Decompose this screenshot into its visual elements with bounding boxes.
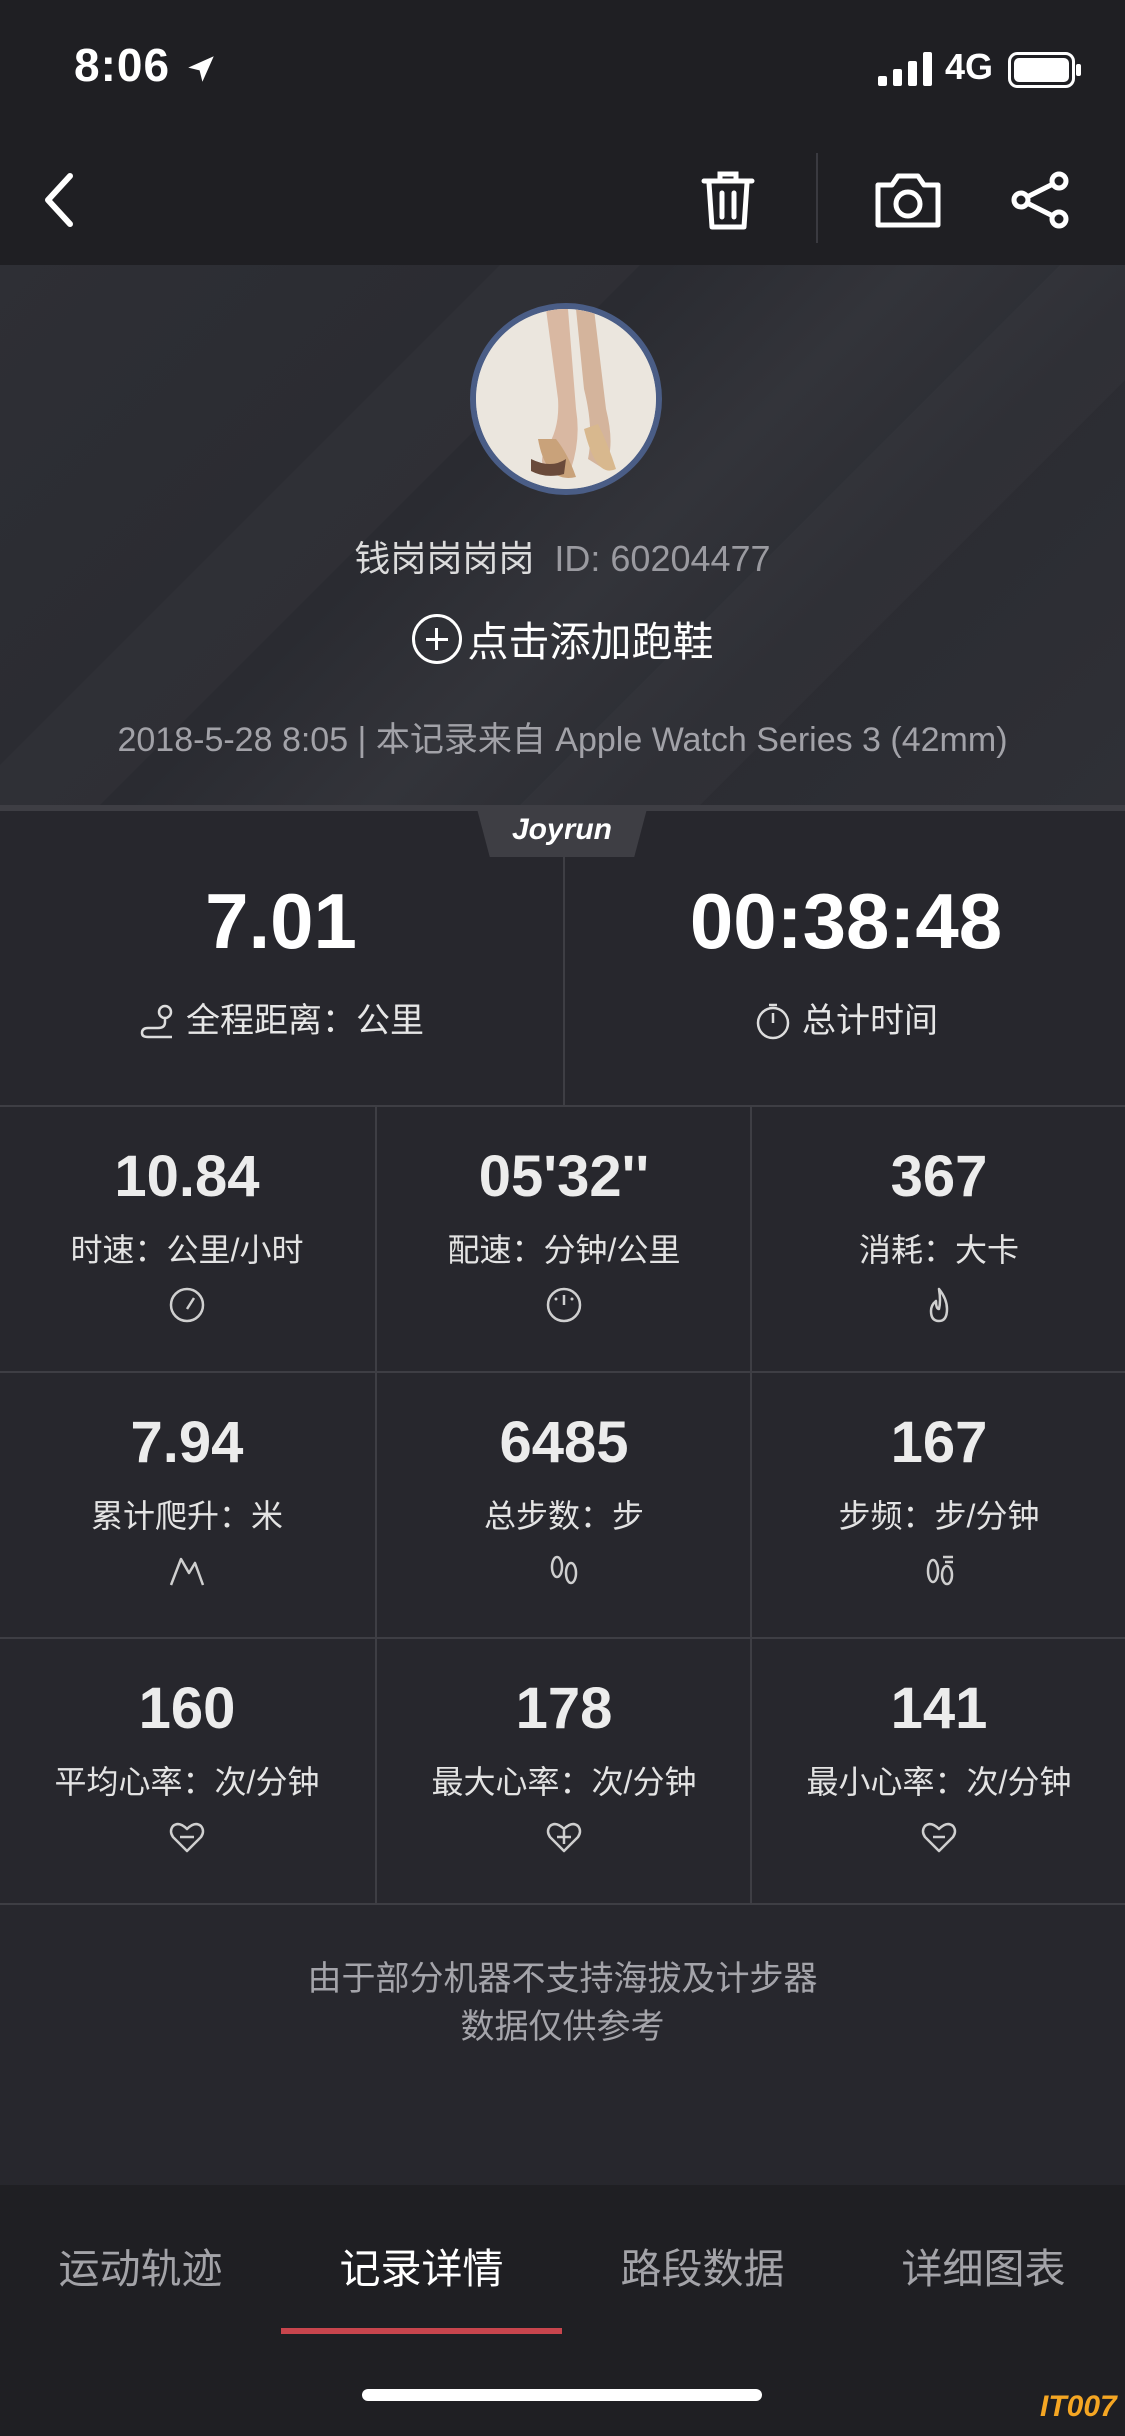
heart-avg-icon bbox=[169, 1822, 205, 1853]
user-line: 钱岗岗岗岗 ID: 60204477 bbox=[0, 530, 1125, 582]
stats-row: 10.84 时速：公里/小时 05'32'' 配速：分钟/公里 367 消耗：大… bbox=[0, 1107, 1125, 1373]
add-shoes-button[interactable]: 点击添加跑鞋 bbox=[0, 608, 1125, 668]
stat-label: 时速：公里/小时 bbox=[70, 1232, 304, 1268]
watermark-logo: IT007 bbox=[1040, 2390, 1117, 2423]
nav-divider bbox=[816, 153, 818, 243]
total-time-value: 00:38:48 bbox=[689, 877, 1003, 965]
user-id: ID: 60204477 bbox=[554, 538, 771, 579]
location-arrow-icon bbox=[188, 56, 214, 82]
stat-calories: 367 消耗：大卡 bbox=[750, 1107, 1125, 1371]
stat-min-heart-rate: 141 最小心率：次/分钟 bbox=[750, 1639, 1125, 1903]
home-indicator[interactable] bbox=[362, 2389, 762, 2401]
share-button[interactable] bbox=[1000, 160, 1080, 240]
delete-button[interactable] bbox=[688, 160, 768, 240]
footprints-icon bbox=[550, 1555, 578, 1585]
stat-label: 平均心率：次/分钟 bbox=[54, 1764, 320, 1800]
speedometer-icon bbox=[169, 1287, 205, 1323]
share-icon bbox=[1011, 171, 1069, 229]
stat-value: 178 bbox=[515, 1676, 613, 1741]
trash-icon bbox=[701, 171, 755, 230]
stat-avg-heart-rate: 160 平均心率：次/分钟 bbox=[0, 1639, 374, 1903]
flame-icon bbox=[929, 1287, 949, 1323]
cellular-signal-icon bbox=[878, 52, 932, 86]
total-time-label-row: 总计时间 bbox=[565, 993, 1125, 1042]
network-type: 4G bbox=[945, 46, 994, 87]
tab-segment-data[interactable]: 路段数据 bbox=[562, 2235, 843, 2295]
tab-track[interactable]: 运动轨迹 bbox=[0, 2235, 281, 2295]
route-icon bbox=[140, 1004, 173, 1039]
battery-icon bbox=[1008, 52, 1081, 88]
total-time-label: 总计时间 bbox=[802, 1002, 938, 1040]
chevron-left-icon bbox=[45, 173, 73, 227]
status-bar: 8:06 4G bbox=[0, 0, 1125, 135]
status-time: 8:06 bbox=[74, 39, 171, 91]
distance-value: 7.01 bbox=[205, 877, 357, 965]
stats-row: 7.94 累计爬升：米 6485 总步数：步 167 步频：步/分钟 bbox=[0, 1373, 1125, 1639]
distance-cell: 7.01 全程距离：公里 bbox=[0, 811, 562, 1105]
stat-elevation: 7.94 累计爬升：米 bbox=[0, 1373, 374, 1637]
total-time-cell: 00:38:48 总计时间 bbox=[563, 811, 1125, 1105]
avatar[interactable] bbox=[470, 303, 662, 495]
distance-label: 全程距离：公里 bbox=[186, 1002, 424, 1040]
distance-label-row: 全程距离：公里 bbox=[0, 993, 562, 1042]
stat-value: 6485 bbox=[499, 1410, 629, 1475]
stat-label: 累计爬升：米 bbox=[90, 1498, 283, 1534]
stats-row: 160 平均心率：次/分钟 178 最大心率：次/分钟 141 最小心率：次/分… bbox=[0, 1639, 1125, 1905]
plus-circle-icon bbox=[411, 614, 462, 664]
camera-icon bbox=[875, 173, 941, 228]
stat-cadence: 167 步频：步/分钟 bbox=[750, 1373, 1125, 1637]
disclaimer-note: 由于部分机器不支持海拔及计步器 数据仅供参考 bbox=[0, 1955, 1125, 2051]
stat-speed: 10.84 时速：公里/小时 bbox=[0, 1107, 374, 1371]
back-button[interactable] bbox=[20, 160, 100, 240]
cadence-icon bbox=[926, 1555, 954, 1586]
camera-button[interactable] bbox=[868, 160, 948, 240]
stat-label: 最大心率：次/分钟 bbox=[431, 1764, 697, 1800]
heart-min-icon bbox=[921, 1822, 957, 1853]
disclaimer-line: 由于部分机器不支持海拔及计步器 bbox=[307, 1960, 818, 1998]
stat-label: 步频：步/分钟 bbox=[838, 1498, 1040, 1534]
stat-value: 7.94 bbox=[130, 1410, 244, 1475]
stat-value: 10.84 bbox=[114, 1144, 260, 1209]
stat-value: 367 bbox=[890, 1144, 988, 1209]
stat-steps: 6485 总步数：步 bbox=[375, 1373, 751, 1637]
tab-record-details[interactable]: 记录详情 bbox=[281, 2235, 562, 2295]
stat-max-heart-rate: 178 最大心率：次/分钟 bbox=[375, 1639, 751, 1903]
navigation-bar bbox=[0, 135, 1125, 265]
stat-label: 消耗：大卡 bbox=[858, 1232, 1019, 1268]
pace-gauge-icon bbox=[546, 1287, 582, 1323]
summary-row: 7.01 全程距离：公里 00:38:48 总计时间 bbox=[0, 811, 1125, 1107]
stat-value: 167 bbox=[890, 1410, 988, 1475]
stat-value: 141 bbox=[890, 1676, 988, 1741]
disclaimer-line: 数据仅供参考 bbox=[460, 2008, 665, 2046]
active-tab-indicator bbox=[281, 2328, 562, 2334]
add-shoes-label: 点击添加跑鞋 bbox=[467, 619, 714, 665]
stat-pace: 05'32'' 配速：分钟/公里 bbox=[375, 1107, 751, 1371]
record-info: 2018-5-28 8:05 | 本记录来自 Apple Watch Serie… bbox=[117, 721, 1008, 759]
stat-label: 配速：分钟/公里 bbox=[447, 1232, 681, 1268]
stat-label: 最小心率：次/分钟 bbox=[806, 1764, 1072, 1800]
stat-label: 总步数：步 bbox=[483, 1498, 644, 1534]
profile-header: 钱岗岗岗岗 ID: 60204477 点击添加跑鞋 2018-5-28 8:05 … bbox=[0, 265, 1125, 805]
stat-value: 160 bbox=[138, 1676, 236, 1741]
username: 钱岗岗岗岗 bbox=[354, 538, 535, 579]
tab-detailed-charts[interactable]: 详细图表 bbox=[843, 2235, 1124, 2295]
heart-max-icon bbox=[546, 1822, 582, 1853]
stat-value: 05'32'' bbox=[478, 1144, 650, 1209]
mountain-icon bbox=[169, 1557, 205, 1586]
stopwatch-icon bbox=[756, 1003, 790, 1040]
avatar-image bbox=[476, 309, 656, 489]
